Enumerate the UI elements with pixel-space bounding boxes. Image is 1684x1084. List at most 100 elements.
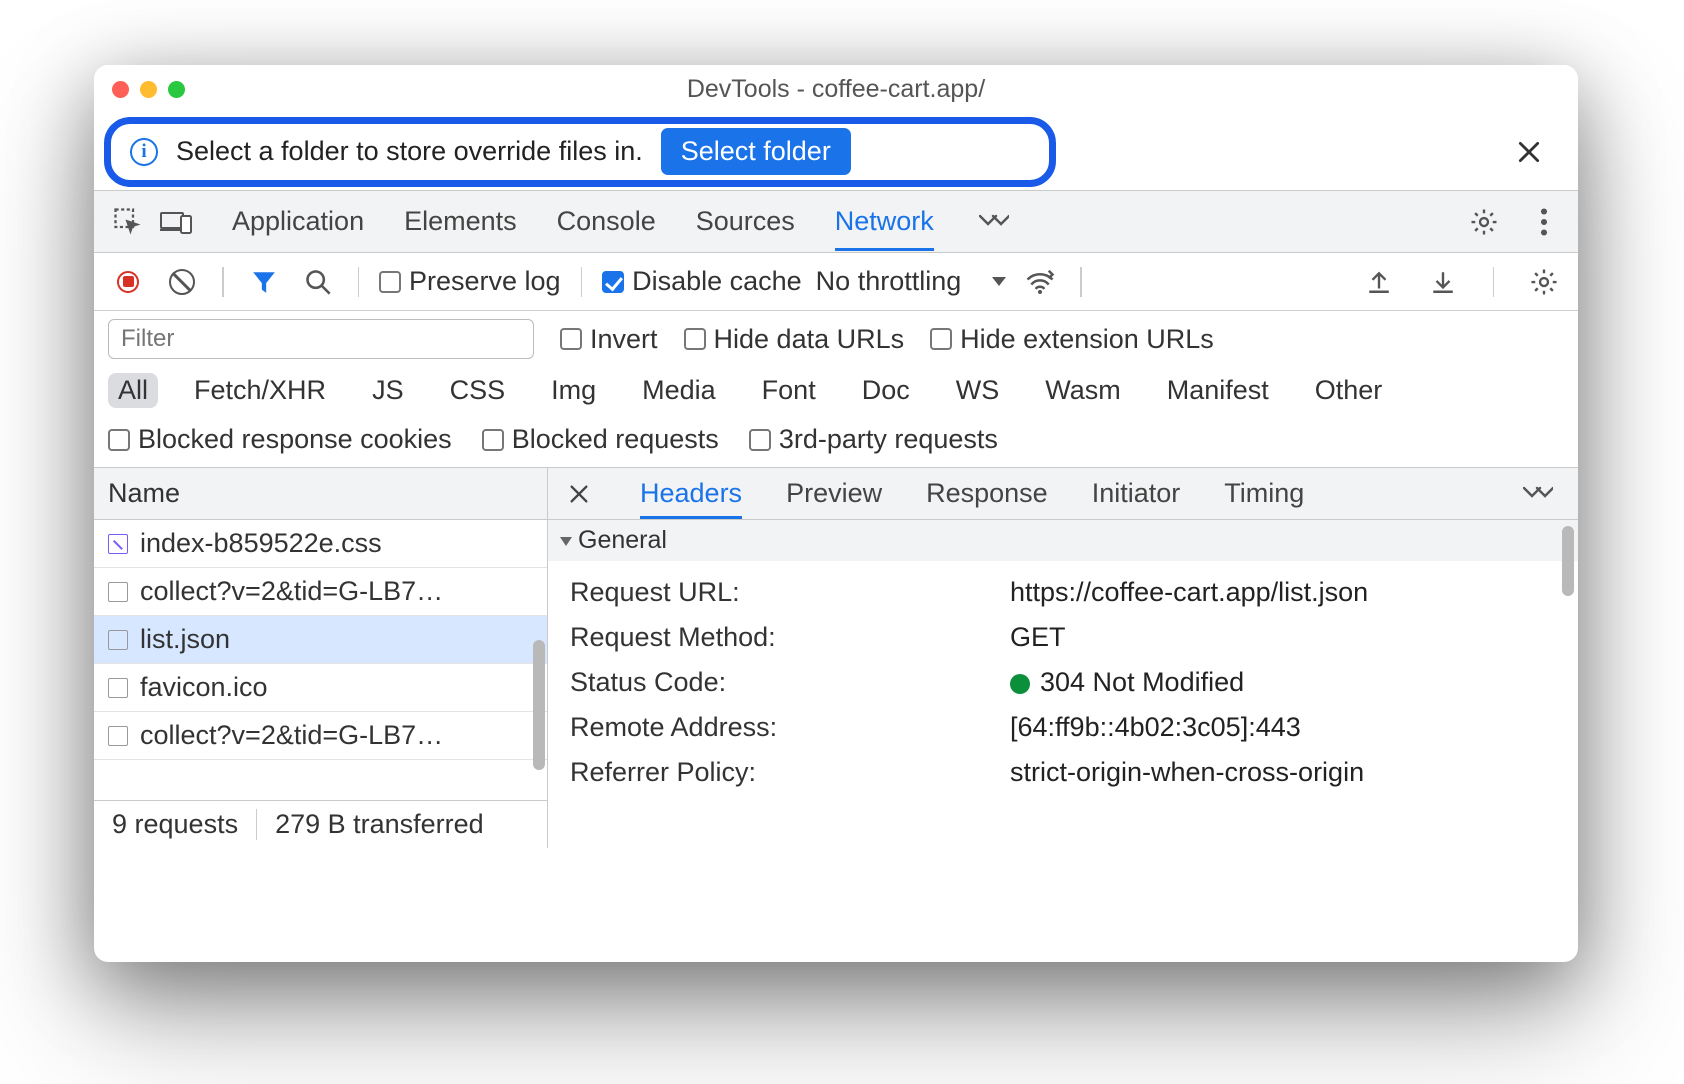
hide-data-urls-label: Hide data URLs: [714, 324, 905, 355]
throttling-select[interactable]: No throttling: [816, 266, 1007, 297]
tab-application[interactable]: Application: [232, 192, 364, 251]
traffic-lights: [112, 81, 185, 98]
tab-console[interactable]: Console: [557, 192, 656, 251]
throttling-label: No throttling: [816, 266, 962, 297]
detail-tab-timing[interactable]: Timing: [1224, 468, 1304, 519]
request-list-pane: Name index-b859522e.css collect?v=2&tid=…: [94, 468, 548, 848]
hide-ext-urls-label: Hide extension URLs: [960, 324, 1214, 355]
blocked-requests-checkbox[interactable]: Blocked requests: [482, 424, 719, 455]
detail-tab-bar: Headers Preview Response Initiator Timin…: [548, 468, 1578, 520]
filter-toggle-icon[interactable]: [244, 262, 284, 302]
hide-extension-urls-checkbox[interactable]: Hide extension URLs: [930, 324, 1214, 355]
request-row[interactable]: favicon.ico: [94, 664, 547, 712]
close-banner-icon[interactable]: [1516, 139, 1542, 165]
doc-file-icon: [108, 630, 128, 650]
transferred-size: 279 B transferred: [257, 809, 502, 840]
disable-cache-checkbox[interactable]: Disable cache: [602, 266, 802, 297]
referrer-policy-key: Referrer Policy:: [570, 757, 1010, 788]
type-media[interactable]: Media: [632, 373, 726, 408]
request-row[interactable]: list.json: [94, 616, 547, 664]
hide-data-urls-checkbox[interactable]: Hide data URLs: [684, 324, 905, 355]
preserve-log-label: Preserve log: [409, 266, 561, 297]
invert-label: Invert: [590, 324, 658, 355]
upload-icon[interactable]: [1359, 262, 1399, 302]
tab-sources[interactable]: Sources: [696, 192, 795, 251]
remote-address-value: [64:ff9b::4b02:3c05]:443: [1010, 712, 1556, 743]
third-party-checkbox[interactable]: 3rd-party requests: [749, 424, 998, 455]
name-column-header[interactable]: Name: [94, 468, 547, 520]
request-name: collect?v=2&tid=G-LB7…: [140, 720, 443, 751]
request-method-key: Request Method:: [570, 622, 1010, 653]
type-js[interactable]: JS: [362, 373, 414, 408]
kebab-menu-icon[interactable]: [1524, 202, 1564, 242]
detail-tab-headers[interactable]: Headers: [640, 468, 742, 519]
download-icon[interactable]: [1423, 262, 1463, 302]
blocked-cookies-checkbox[interactable]: Blocked response cookies: [108, 424, 452, 455]
disable-cache-label: Disable cache: [632, 266, 802, 297]
close-window-icon[interactable]: [112, 81, 129, 98]
info-icon: i: [130, 138, 158, 166]
tab-network[interactable]: Network: [835, 192, 934, 251]
more-tabs-icon[interactable]: [974, 202, 1014, 242]
third-party-label: 3rd-party requests: [779, 424, 998, 455]
type-wasm[interactable]: Wasm: [1035, 373, 1131, 408]
override-banner: i Select a folder to store override file…: [94, 113, 1578, 191]
maximize-window-icon[interactable]: [168, 81, 185, 98]
search-icon[interactable]: [298, 262, 338, 302]
referrer-policy-value: strict-origin-when-cross-origin: [1010, 757, 1556, 788]
type-other[interactable]: Other: [1305, 373, 1393, 408]
main-tabs: Application Elements Console Sources Net…: [232, 192, 1014, 251]
request-url-key: Request URL:: [570, 577, 1010, 608]
inspect-element-icon[interactable]: [108, 202, 148, 242]
request-name: index-b859522e.css: [140, 528, 382, 559]
more-detail-tabs-icon[interactable]: [1518, 474, 1558, 514]
request-row[interactable]: collect?v=2&tid=G-LB7…: [94, 568, 547, 616]
request-method-value: GET: [1010, 622, 1556, 653]
type-manifest[interactable]: Manifest: [1157, 373, 1279, 408]
minimize-window-icon[interactable]: [140, 81, 157, 98]
request-name: list.json: [140, 624, 230, 655]
type-fetchxhr[interactable]: Fetch/XHR: [184, 373, 336, 408]
divider: [581, 267, 583, 297]
request-row[interactable]: collect?v=2&tid=G-LB7…: [94, 712, 547, 760]
detail-tab-response[interactable]: Response: [926, 468, 1048, 519]
blocked-requests-label: Blocked requests: [512, 424, 719, 455]
requests-count: 9 requests: [94, 809, 257, 840]
split-pane: Name index-b859522e.css collect?v=2&tid=…: [94, 468, 1578, 848]
doc-file-icon: [108, 678, 128, 698]
request-list: index-b859522e.css collect?v=2&tid=G-LB7…: [94, 520, 547, 800]
settings-icon[interactable]: [1464, 202, 1504, 242]
record-icon[interactable]: [108, 262, 148, 302]
status-code-value: 304 Not Modified: [1010, 667, 1556, 698]
status-code-text: 304 Not Modified: [1040, 667, 1244, 697]
select-folder-button[interactable]: Select folder: [661, 128, 851, 175]
type-all[interactable]: All: [108, 373, 158, 408]
general-section-header[interactable]: General: [548, 520, 1578, 561]
detail-scrollbar[interactable]: [1562, 526, 1574, 596]
invert-checkbox[interactable]: Invert: [560, 324, 658, 355]
type-img[interactable]: Img: [541, 373, 606, 408]
type-ws[interactable]: WS: [946, 373, 1010, 408]
device-toolbar-icon[interactable]: [156, 202, 196, 242]
status-dot-icon: [1010, 674, 1030, 694]
disclosure-triangle-icon: [560, 537, 572, 546]
divider: [1493, 267, 1495, 297]
type-font[interactable]: Font: [752, 373, 826, 408]
detail-tab-preview[interactable]: Preview: [786, 468, 882, 519]
tab-elements[interactable]: Elements: [404, 192, 517, 251]
list-scrollbar[interactable]: [533, 640, 545, 770]
request-name: collect?v=2&tid=G-LB7…: [140, 576, 443, 607]
network-settings-icon[interactable]: [1524, 262, 1564, 302]
close-detail-icon[interactable]: [568, 483, 590, 505]
filter-input[interactable]: [108, 319, 534, 359]
network-conditions-icon[interactable]: [1020, 262, 1060, 302]
detail-tab-initiator[interactable]: Initiator: [1092, 468, 1181, 519]
detail-pane: Headers Preview Response Initiator Timin…: [548, 468, 1578, 848]
type-filter-row: All Fetch/XHR JS CSS Img Media Font Doc …: [94, 367, 1578, 414]
request-row[interactable]: index-b859522e.css: [94, 520, 547, 568]
clear-icon[interactable]: [162, 262, 202, 302]
type-css[interactable]: CSS: [440, 373, 516, 408]
preserve-log-checkbox[interactable]: Preserve log: [379, 266, 561, 297]
main-tab-bar: Application Elements Console Sources Net…: [94, 191, 1578, 253]
type-doc[interactable]: Doc: [852, 373, 920, 408]
